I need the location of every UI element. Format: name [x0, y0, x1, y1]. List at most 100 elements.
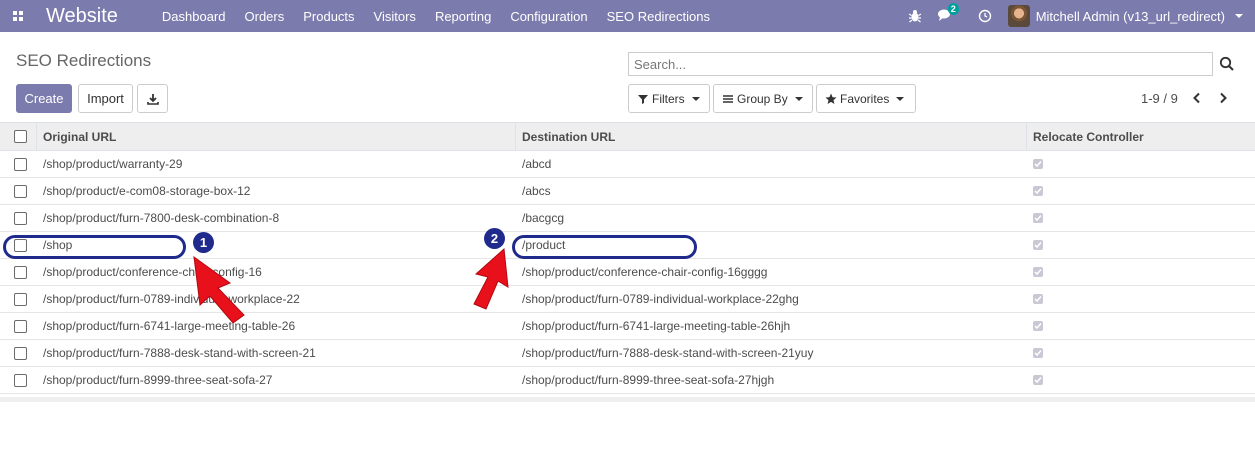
group-by-button[interactable]: Group By: [713, 84, 813, 113]
star-icon: [825, 93, 837, 104]
red-arrow-1: [193, 255, 245, 324]
destination-url-cell[interactable]: /abcs: [522, 178, 551, 204]
user-menu[interactable]: Mitchell Admin (v13_url_redirect): [1036, 9, 1225, 24]
menu-item-reporting[interactable]: Reporting: [435, 9, 491, 24]
relocate-controller-cell: [1033, 259, 1043, 285]
select-all-checkbox[interactable]: [14, 130, 27, 143]
control-panel: SEO Redirections Create Import Filters G…: [0, 32, 1255, 123]
destination-url-cell[interactable]: /shop/product/furn-7888-desk-stand-with-…: [522, 340, 813, 366]
menu-item-orders[interactable]: Orders: [245, 9, 285, 24]
create-button[interactable]: Create: [16, 84, 72, 113]
relocate-checkbox-readonly: [1033, 375, 1043, 385]
destination-url-cell[interactable]: /shop/product/conference-chair-config-16…: [522, 259, 767, 285]
column-header-original-url[interactable]: Original URL: [43, 123, 116, 150]
table-row[interactable]: /shop/product/furn-7888-desk-stand-with-…: [0, 340, 1255, 367]
table-row[interactable]: /shop/product/warranty-29/abcd: [0, 151, 1255, 178]
destination-url-cell[interactable]: /shop/product/furn-0789-individual-workp…: [522, 286, 799, 312]
row-checkbox[interactable]: [14, 184, 27, 198]
relocate-checkbox-readonly: [1033, 348, 1043, 358]
main-menu: Dashboard Orders Products Visitors Repor…: [162, 9, 729, 24]
group-by-label: Group By: [737, 91, 788, 106]
menu-item-configuration[interactable]: Configuration: [510, 9, 587, 24]
row-select-cell: [14, 259, 27, 285]
avatar[interactable]: [1007, 5, 1030, 27]
filter-icon: [638, 94, 648, 104]
original-url-cell[interactable]: /shop/product/furn-7888-desk-stand-with-…: [43, 340, 316, 366]
app-brand[interactable]: Website: [46, 5, 118, 28]
marker-1: 1: [193, 232, 214, 253]
check-icon: [1034, 323, 1042, 330]
original-url-cell[interactable]: /shop/product/furn-6741-large-meeting-ta…: [43, 313, 295, 339]
messaging-menu[interactable]: 2: [937, 2, 959, 25]
original-url-cell[interactable]: /shop/product/furn-0789-individual-workp…: [43, 286, 300, 312]
row-checkbox[interactable]: [14, 265, 27, 279]
row-select-cell: [14, 178, 27, 204]
search-input[interactable]: [628, 52, 1213, 76]
row-checkbox[interactable]: [14, 346, 27, 360]
relocate-controller-cell: [1033, 205, 1043, 231]
menu-item-seo-redirections[interactable]: SEO Redirections: [607, 9, 710, 24]
filters-button[interactable]: Filters: [628, 84, 710, 113]
destination-url-cell[interactable]: /abcd: [522, 151, 551, 177]
marker-2: 2: [484, 228, 505, 249]
destination-url-cell[interactable]: /shop/product/furn-6741-large-meeting-ta…: [522, 313, 790, 339]
column-header-relocate-controller[interactable]: Relocate Controller: [1033, 123, 1144, 150]
row-select-cell: [14, 151, 27, 177]
pager-next-button[interactable]: [1214, 89, 1232, 107]
search-icon[interactable]: [1219, 56, 1235, 72]
bars-icon: [723, 94, 733, 103]
bug-icon[interactable]: [908, 9, 922, 23]
row-checkbox[interactable]: [14, 292, 27, 306]
chevron-down-icon: [794, 96, 803, 101]
favorites-button[interactable]: Favorites: [816, 84, 916, 113]
original-url-cell[interactable]: /shop/product/e-com08-storage-box-12: [43, 178, 250, 204]
menu-item-dashboard[interactable]: Dashboard: [162, 9, 226, 24]
row-checkbox[interactable]: [14, 319, 27, 333]
column-header-destination-url[interactable]: Destination URL: [522, 123, 615, 150]
pager-value[interactable]: 1-9 / 9: [1141, 91, 1178, 106]
highlight-original-url: [3, 235, 186, 259]
import-button[interactable]: Import: [78, 84, 133, 113]
check-icon: [1034, 242, 1042, 249]
destination-url-cell[interactable]: /bacgcg: [522, 205, 564, 231]
check-icon: [1034, 350, 1042, 357]
row-select-cell: [14, 367, 27, 393]
download-button[interactable]: [137, 84, 168, 113]
relocate-checkbox-readonly: [1033, 213, 1043, 223]
row-select-cell: [14, 205, 27, 231]
relocate-checkbox-readonly: [1033, 186, 1043, 196]
relocate-controller-cell: [1033, 151, 1043, 177]
clock-icon[interactable]: [978, 9, 992, 23]
original-url-cell[interactable]: /shop/product/warranty-29: [43, 151, 182, 177]
chat-badge: 2: [947, 2, 959, 15]
highlight-destination-url: [512, 235, 697, 259]
relocate-controller-cell: [1033, 367, 1043, 393]
relocate-controller-cell: [1033, 313, 1043, 339]
chevron-down-icon: [691, 96, 700, 101]
menu-item-products[interactable]: Products: [303, 9, 354, 24]
download-icon: [146, 93, 159, 105]
relocate-controller-cell: [1033, 232, 1043, 258]
row-checkbox[interactable]: [14, 211, 27, 225]
row-select-cell: [14, 313, 27, 339]
chevron-left-icon: [1193, 92, 1200, 104]
relocate-checkbox-readonly: [1033, 159, 1043, 169]
original-url-cell[interactable]: /shop/product/furn-8999-three-seat-sofa-…: [43, 367, 272, 393]
table-row[interactable]: /shop/product/furn-8999-three-seat-sofa-…: [0, 367, 1255, 394]
red-arrow-2: [473, 247, 509, 310]
destination-url-cell[interactable]: /shop/product/furn-8999-three-seat-sofa-…: [522, 367, 774, 393]
row-checkbox[interactable]: [14, 157, 27, 171]
table-footer: [0, 397, 1255, 402]
apps-menu-icon[interactable]: [0, 0, 36, 32]
check-icon: [1034, 377, 1042, 384]
chevron-down-icon[interactable]: [1235, 14, 1243, 18]
top-navbar: Website Dashboard Orders Products Visito…: [0, 0, 1255, 32]
pager-previous-button[interactable]: [1188, 89, 1206, 107]
original-url-cell[interactable]: /shop/product/furn-7800-desk-combination…: [43, 205, 279, 231]
table-row[interactable]: /shop/product/e-com08-storage-box-12/abc…: [0, 178, 1255, 205]
table-row[interactable]: /shop/product/furn-7800-desk-combination…: [0, 205, 1255, 232]
menu-item-visitors[interactable]: Visitors: [374, 9, 416, 24]
relocate-checkbox-readonly: [1033, 294, 1043, 304]
check-icon: [1034, 269, 1042, 276]
row-checkbox[interactable]: [14, 373, 27, 387]
